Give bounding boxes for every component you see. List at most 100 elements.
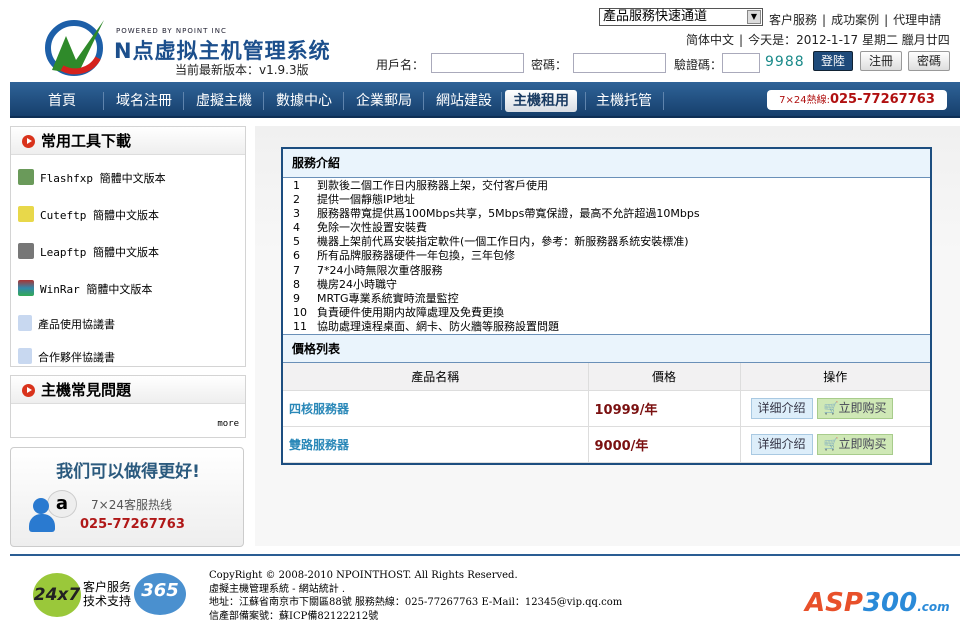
password-label: 密碼： (531, 58, 568, 72)
detail-button[interactable]: 详细介绍 (750, 397, 813, 419)
hotline-number: 025-77267763 (829, 92, 935, 107)
intro-number: 8 (293, 277, 300, 291)
cuteftp-icon (18, 206, 34, 222)
document-icon (18, 348, 32, 364)
logo-icon (45, 20, 104, 76)
asp300-logo: ASP300.com (805, 588, 950, 618)
cart-icon: 🛒 (823, 400, 839, 415)
version-text: 当前最新版本：v1.9.3版 (175, 63, 309, 77)
tool-winrar[interactable]: WinRar 簡體中文版本 (18, 280, 152, 297)
nav-colocation[interactable]: 主機托管 (588, 90, 660, 112)
intro-item: 11 協助處理遠程桌面、網卡、防火牆等服務設置問題 (283, 320, 930, 334)
winrar-icon (18, 280, 34, 296)
intro-number: 10 (293, 305, 307, 319)
nav-domain[interactable]: 域名注冊 (108, 90, 180, 112)
captcha-image: 9988 (765, 54, 805, 70)
table-row: 雙路服務器 9000/年 详细介绍 🛒立即购买 (283, 426, 930, 463)
col-product: 產品名稱 (283, 363, 589, 391)
tools-title: 常用工具下載 (11, 127, 245, 155)
nav-website[interactable]: 網站建設 (428, 90, 500, 112)
intro-text: 機器上架前代爲安裝指定軟件(一個工作日内，參考：新服務器系統安裝標准) (317, 235, 689, 249)
login-button[interactable]: 登陸 (813, 51, 853, 71)
365-badge-icon: 365 (134, 573, 186, 615)
powered-by: POWERED BY NPOINT INC (116, 27, 227, 35)
promo-phone: 025-77267763 (80, 517, 185, 532)
intro-item: 7 7*24小時無限次重啓服務 (283, 264, 930, 278)
col-action: 操作 (740, 363, 930, 391)
password-input[interactable] (573, 53, 666, 73)
intro-list: 1 到款後二個工作日内服務器上架，交付客戶使用 2 提供一個靜態IP地址 3 服務器帶寬提… (283, 178, 930, 334)
intro-text: 機房24小時職守 (317, 277, 397, 291)
table-row: 四核服務器 10999/年 详细介绍 🛒立即购买 (283, 390, 930, 427)
price-table: 產品名稱 價格 操作 四核服務器 10999/年 详细介绍 🛒立即购买 雙路服務器 9000… (283, 363, 930, 463)
captcha-label: 驗證碼： (674, 58, 723, 72)
username-label: 用戶名： (376, 58, 425, 72)
support-promo: 我们可以做得更好! a 7×24客服热线 025-77267763 (10, 447, 244, 547)
password-button[interactable]: 密碼 (908, 51, 950, 71)
24x7-badge-icon: 24x7 (33, 573, 81, 617)
tool-leapftp[interactable]: Leapftp 簡體中文版本 (18, 243, 159, 260)
doc-product-agreement[interactable]: 產品使用協議書 (18, 315, 115, 332)
intro-item: 8 機房24小時職守 (283, 278, 930, 292)
product-link[interactable]: 雙路服務器 (289, 438, 349, 452)
flashfxp-icon (18, 169, 34, 185)
faq-more-link[interactable]: more (217, 419, 239, 429)
intro-item: 1 到款後二個工作日内服務器上架，交付客戶使用 (283, 179, 930, 193)
nav-datacenter[interactable]: 數據中心 (268, 90, 340, 112)
intro-item: 9 MRTG專業系統實時流量監控 (283, 292, 930, 306)
faq-box: 主機常見問題 more (10, 375, 246, 438)
link-agent[interactable]: 代理申請 (893, 13, 941, 27)
register-button[interactable]: 注冊 (860, 51, 902, 71)
cart-icon: 🛒 (823, 436, 839, 451)
buy-button[interactable]: 🛒立即购买 (816, 397, 894, 419)
tool-cuteftp[interactable]: Cuteftp 簡體中文版本 (18, 206, 159, 223)
content-panel: 服務介紹 1 到款後二個工作日内服務器上架，交付客戶使用 2 提供一個靜態IP地址 3 服… (281, 147, 932, 465)
intro-text: 免除一次性設置安裝費 (317, 221, 427, 235)
intro-text: 服務器帶寬提供爲100Mbps共享，5Mbps帶寬保證，最高不允許超過10Mbp… (317, 207, 700, 221)
footer-badge-text: 客户服务 技术支持 (83, 580, 132, 608)
price-title: 價格列表 (283, 334, 930, 363)
intro-item: 2 提供一個靜態IP地址 (283, 193, 930, 207)
intro-number: 9 (293, 291, 300, 305)
nav-mail[interactable]: 企業郵局 (348, 90, 420, 112)
quick-channel-select[interactable]: 產品服務快速通道 ▼ (599, 8, 763, 26)
intro-text: 所有品牌服務器硬件一年包換，三年包修 (317, 249, 515, 263)
arrow-circle-icon (22, 135, 35, 148)
top-links: 客户服務 | 成功案例 | 代理申請 (769, 13, 942, 27)
product-link[interactable]: 四核服務器 (289, 402, 349, 416)
col-price: 價格 (588, 363, 741, 391)
intro-item: 4 免除一次性設置安裝費 (283, 221, 930, 235)
intro-number: 5 (293, 235, 300, 249)
lang-link[interactable]: 简体中文 (686, 33, 734, 47)
chevron-down-icon: ▼ (747, 10, 761, 24)
intro-item: 5 機器上架前代爲安裝指定軟件(一個工作日内，參考：新服務器系統安裝標准) (283, 235, 930, 249)
nav-virtual-host[interactable]: 虛擬主機 (188, 90, 260, 112)
hotline-badge: 7×24熱線:025-77267763 (767, 90, 947, 110)
intro-number: 3 (293, 207, 300, 221)
captcha-input[interactable] (722, 53, 760, 73)
intro-text: 協助處理遠程桌面、網卡、防火牆等服務設置問題 (317, 319, 559, 333)
intro-text: 到款後二個工作日内服務器上架，交付客戶使用 (317, 179, 548, 192)
leapftp-icon (18, 243, 34, 259)
detail-button[interactable]: 详细介绍 (750, 433, 813, 455)
intro-number: 4 (293, 221, 300, 235)
document-icon (18, 315, 32, 331)
hotline-prefix: 7×24熱線: (779, 95, 830, 106)
footer-divider (10, 554, 960, 556)
intro-number: 6 (293, 249, 300, 263)
product-price: 9000/年 (588, 426, 741, 463)
buy-button[interactable]: 🛒立即购买 (816, 433, 894, 455)
intro-number: 2 (293, 193, 300, 207)
nav-server-rental[interactable]: 主機租用 (505, 90, 577, 112)
intro-title: 服務介紹 (283, 149, 930, 178)
promo-subtitle: 7×24客服热线 (91, 498, 172, 512)
quick-select-value: 產品服務快速通道 (603, 9, 708, 24)
link-customer-service[interactable]: 客户服務 (769, 13, 817, 27)
link-cases[interactable]: 成功案例 (831, 13, 879, 27)
nav-home[interactable]: 首頁 (40, 90, 84, 112)
arrow-circle-icon (22, 384, 35, 397)
support-avatar-icon: a (29, 490, 77, 536)
tool-flashfxp[interactable]: Flashfxp 簡體中文版本 (18, 169, 166, 186)
doc-partner-agreement[interactable]: 合作夥伴協議書 (18, 348, 115, 365)
username-input[interactable] (431, 53, 524, 73)
